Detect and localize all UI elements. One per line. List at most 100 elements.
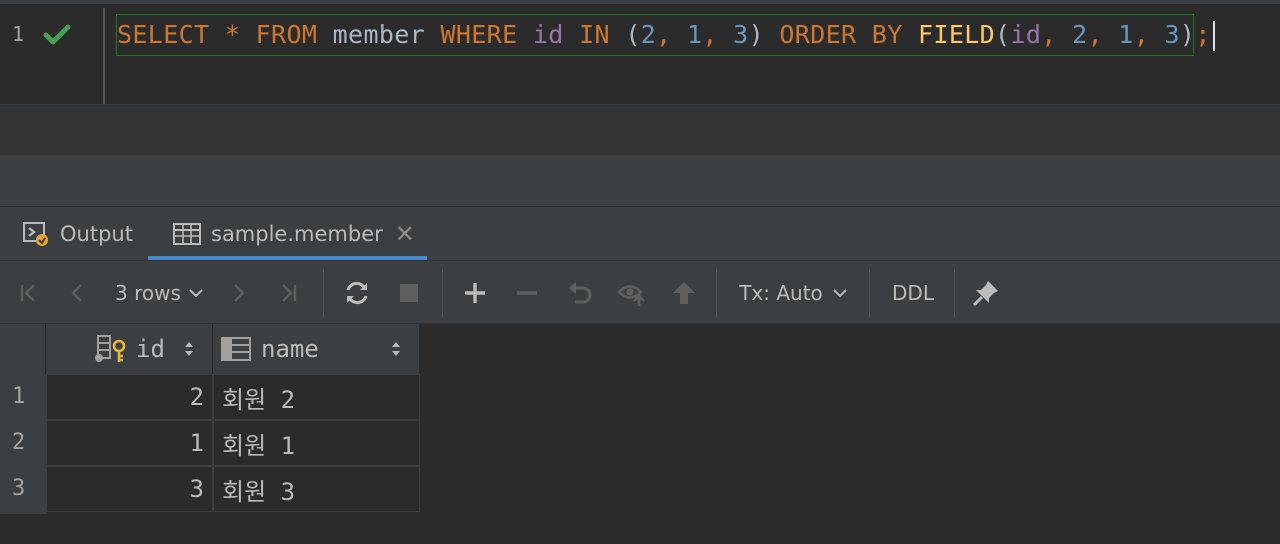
row-number[interactable]: 2 [12,430,25,455]
primary-key-icon [95,335,126,362]
first-page-button[interactable] [12,261,44,325]
row-number-header [0,324,46,374]
cell-id[interactable]: 3 [46,466,213,512]
code-token: , [656,20,687,49]
column-header-id[interactable]: id [46,324,213,374]
transaction-mode-label: Tx: Auto [739,281,823,305]
code-token: , [1041,20,1073,49]
code-token: 3 [1164,20,1180,49]
tab-output-label: Output [60,222,133,246]
tab-sample-member[interactable]: sample.member ✕ [148,207,427,261]
chevron-left-icon [71,284,82,302]
table-icon [173,223,201,245]
toolbar-separator [716,269,717,317]
minus-icon [517,291,537,295]
pin-tab-button[interactable] [968,261,1004,325]
rows-count-dropdown[interactable]: 3 rows [110,261,210,325]
editor-empty-area [0,104,1280,154]
preview-icon [617,285,645,306]
code-token: id [1010,20,1042,49]
code-token: , [1087,20,1119,49]
toolbar-separator [954,269,955,317]
sql-editor[interactable]: 1 SELECT * FROM member WHERE id IN (2, 1… [0,0,1280,106]
next-page-button[interactable] [222,261,254,325]
toolbar-separator [323,269,324,317]
refresh-button[interactable] [340,261,374,325]
stop-button[interactable] [392,261,426,325]
grid-header: id name [0,324,420,374]
code-token: FIELD [918,20,996,49]
previous-page-button[interactable] [62,261,94,325]
sort-icon [392,342,400,356]
row-number-column: 1 2 3 [0,374,46,514]
refresh-icon [346,281,368,305]
code-token: 1 [686,20,703,49]
code-token: ( [609,20,641,49]
line-number: 1 [12,22,25,46]
column-icon [221,337,251,361]
code-token: id [532,20,564,49]
code-token: ; [1195,20,1211,49]
delete-row-button[interactable] [510,261,544,325]
sort-icon [185,342,193,356]
undo-icon [569,282,592,304]
console-output-icon [23,222,48,246]
chevron-down-icon [833,289,847,298]
tab-output[interactable]: Output [22,207,133,261]
revert-button[interactable] [562,261,598,325]
results-toolbar: 3 rows Tx: Auto DDL [0,260,1280,324]
gutter-separator [103,8,105,106]
cell-name[interactable]: 회원 2 [213,374,420,420]
code-token: 1 [1118,20,1134,49]
chevron-down-icon [189,289,203,298]
row-number[interactable]: 1 [12,384,25,409]
code-token: member [317,20,441,49]
toolbar-separator [869,269,870,317]
submit-button[interactable] [666,261,702,325]
cell-name[interactable]: 회원 1 [213,420,420,466]
code-token: 3 [733,20,749,49]
code-token: , [1133,20,1165,49]
panel-splitter[interactable] [0,154,1280,206]
code-token: IN [579,20,610,49]
cell-id[interactable]: 2 [46,374,213,420]
code-token: 2 [1072,20,1088,49]
pin-icon [972,281,998,307]
ddl-button[interactable]: DDL [884,261,942,325]
code-token: WHERE [440,20,518,49]
code-token: ORDER BY [779,20,903,49]
results-grid: id name 1 2 3 2 회원 2 1 회원 1 3 회원 3 [0,324,1280,544]
column-header-name-label: name [261,335,319,363]
row-number[interactable]: 3 [12,476,25,501]
code-token: ) [1179,20,1196,49]
arrow-up-icon [673,282,695,304]
cell-name[interactable]: 회원 3 [213,466,420,512]
ddl-label: DDL [892,281,934,305]
stop-icon [400,284,418,302]
add-row-button[interactable] [458,261,492,325]
tab-sample-member-label: sample.member [211,222,383,246]
preview-changes-button[interactable] [614,261,650,325]
transaction-mode-dropdown[interactable]: Tx: Auto [734,261,854,325]
code-token: FROM [255,20,318,49]
chevron-right-icon [234,284,245,302]
toolbar-separator [442,269,443,317]
column-header-id-label: id [136,335,165,363]
code-token: , [702,20,734,49]
column-header-name[interactable]: name [213,324,420,374]
cell-id[interactable]: 1 [46,420,213,466]
code-token: * [224,20,241,49]
code-token: ) [748,20,780,49]
close-icon[interactable]: ✕ [395,220,415,248]
plus-icon [465,283,485,303]
check-icon [43,24,71,45]
code-token: ( [995,20,1011,49]
last-page-button[interactable] [272,261,306,325]
code-line[interactable]: SELECT * FROM member WHERE id IN (2, 1, … [117,18,1215,52]
results-tab-bar: Output sample.member ✕ [0,206,1280,261]
